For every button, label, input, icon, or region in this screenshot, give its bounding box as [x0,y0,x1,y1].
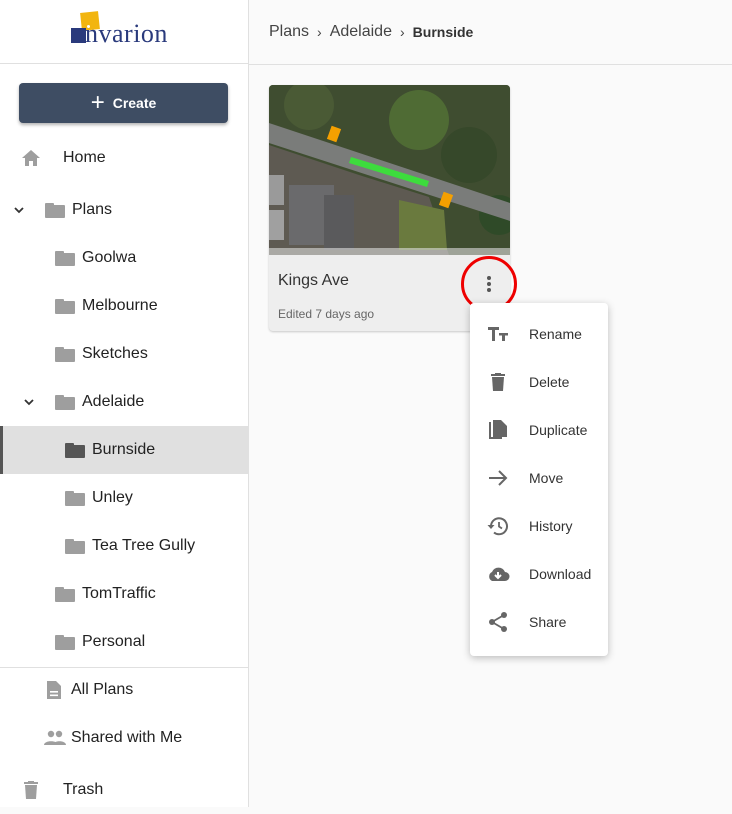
history-icon [487,517,508,536]
menu-item-label: Delete [529,374,570,390]
menu-item-label: Download [529,566,592,582]
sidebar-item-unley[interactable]: Unley [0,474,248,522]
sidebar-item-tea-tree-gully[interactable]: Tea Tree Gully [0,522,248,570]
copy-icon [489,420,507,439]
sidebar-item-shared-with-me[interactable]: Shared with Me [0,714,248,762]
chevron-right-icon: › [399,24,405,40]
people-icon [44,730,66,745]
sidebar-item-adelaide[interactable]: Adelaide [0,378,248,426]
sidebar-item-tomtraffic[interactable]: TomTraffic [0,570,248,618]
folder-icon [45,202,65,218]
folder-icon [65,538,85,554]
menu-item-label: Move [529,470,564,486]
logo-area: nvarion [0,0,248,64]
folder-icon [55,250,75,266]
folder-icon [65,490,85,506]
menu-item-duplicate[interactable]: Duplicate [470,406,608,454]
sidebar-item-plans[interactable]: Plans [0,186,248,234]
home-icon [22,150,40,166]
sidebar: nvarion + Create Home Plans Goolwa Melbo… [0,0,249,807]
sidebar-item-personal[interactable]: Personal [0,618,248,666]
sidebar-item-label: Unley [92,489,133,506]
card-subtitle: Edited 7 days ago [278,307,375,321]
sidebar-item-label: TomTraffic [82,585,156,602]
sidebar-item-label: Tea Tree Gully [92,537,196,554]
folder-icon [65,442,85,458]
sidebar-item-burnside[interactable]: Burnside [0,426,248,474]
sidebar-item-label: Sketches [82,345,148,362]
menu-item-history[interactable]: History [470,502,608,550]
menu-item-label: History [529,518,573,534]
sidebar-item-melbourne[interactable]: Melbourne [0,282,248,330]
sidebar-item-label: All Plans [71,681,134,698]
sidebar-item-label: Goolwa [82,249,137,266]
folder-icon [55,634,75,650]
folder-icon [55,586,75,602]
menu-item-move[interactable]: Move [470,454,608,502]
trash-icon [24,781,38,799]
chevron-down-icon[interactable] [13,204,25,216]
menu-item-delete[interactable]: Delete [470,358,608,406]
breadcrumb: Plans › Adelaide › Burnside [249,0,732,65]
invarion-logo[interactable]: nvarion [71,11,181,52]
sidebar-item-label: Burnside [92,441,156,458]
sidebar-item-home[interactable]: Home [0,134,248,182]
create-label: Create [112,95,157,111]
trash-icon [491,373,505,391]
sidebar-item-label: Personal [82,633,146,650]
more-vert-icon [487,274,491,294]
menu-item-label: Share [529,614,567,630]
map-image [269,85,510,255]
breadcrumb-plans[interactable]: Plans [269,23,309,41]
folder-icon [55,394,75,410]
share-icon [489,612,507,632]
logo-blue-square [71,28,86,43]
sidebar-item-goolwa[interactable]: Goolwa [0,234,248,282]
context-menu: Rename Delete Duplicate Move History Dow… [470,303,608,656]
sidebar-item-label: Plans [72,201,113,218]
create-button[interactable]: + Create [19,83,228,123]
sidebar-item-sketches[interactable]: Sketches [0,330,248,378]
document-icon [47,681,61,699]
sidebar-item-label: Trash [63,781,104,798]
sidebar-item-all-plans[interactable]: All Plans [0,666,248,714]
cloud-download-icon [489,567,510,581]
card-title[interactable]: Kings Ave [278,272,349,290]
menu-item-label: Duplicate [529,422,588,438]
chevron-down-icon[interactable] [23,396,35,408]
sidebar-item-label: Melbourne [82,297,158,314]
breadcrumb-adelaide[interactable]: Adelaide [330,23,392,41]
folder-icon [55,298,75,314]
text-fields-icon [488,327,508,341]
menu-item-rename[interactable]: Rename [470,310,608,358]
breadcrumb-current: Burnside [412,24,474,40]
arrow-right-icon [489,470,508,486]
map-thumbnail[interactable] [269,85,510,255]
menu-item-label: Rename [529,326,582,342]
menu-item-share[interactable]: Share [470,598,608,646]
plus-icon: + [90,89,105,116]
sidebar-item-label: Home [63,149,106,166]
sidebar-item-label: Adelaide [82,393,145,410]
folder-icon [55,346,75,362]
sidebar-item-label: Shared with Me [71,729,183,746]
logo-text: nvarion [85,19,168,48]
menu-item-download[interactable]: Download [470,550,608,598]
chevron-right-icon: › [317,24,322,40]
